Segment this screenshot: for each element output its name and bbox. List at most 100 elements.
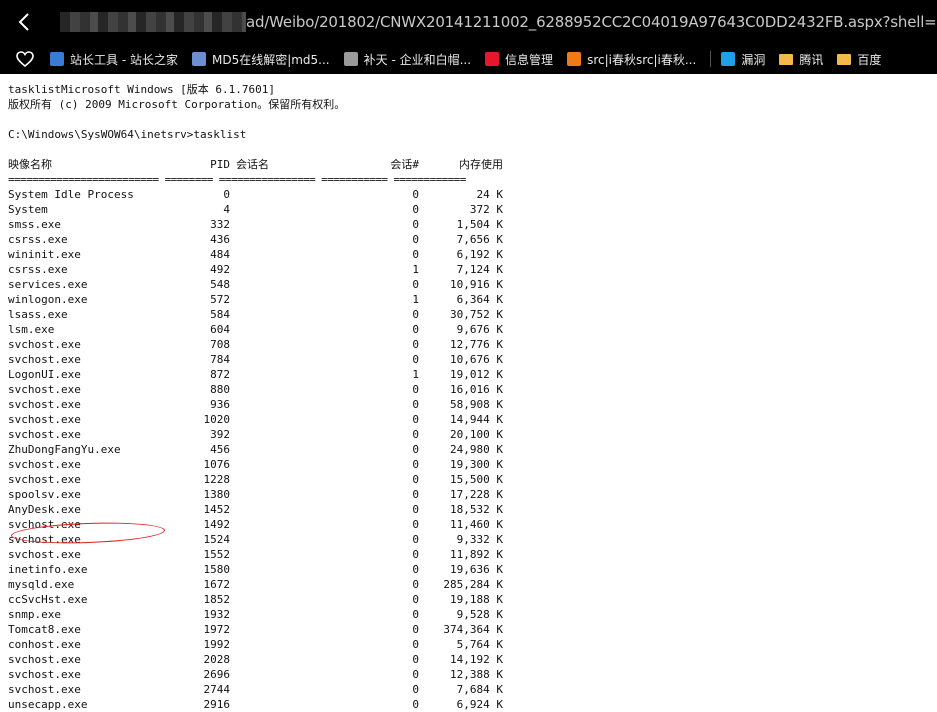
process-memory: 24 K bbox=[476, 188, 504, 201]
process-session-num: 0 bbox=[412, 428, 419, 441]
process-row: services.exe 548 0 10,916 K bbox=[8, 277, 928, 292]
back-button[interactable] bbox=[0, 0, 48, 44]
process-session-num: 0 bbox=[412, 308, 419, 321]
process-name: smss.exe bbox=[8, 218, 61, 231]
process-pid: 1492 bbox=[203, 518, 231, 531]
bookmark-item[interactable]: 站长工具 - 站长之家 bbox=[50, 51, 178, 68]
bookmarks-bar: 站长工具 - 站长之家 MD5在线解密|md5... 补天 - 企业和白帽... 信息… bbox=[0, 44, 937, 74]
process-row: svchost.exe 936 0 58,908 K bbox=[8, 397, 928, 412]
windows-icon bbox=[721, 52, 736, 66]
process-pid: 604 bbox=[210, 323, 230, 336]
process-memory: 14,944 K bbox=[450, 413, 503, 426]
process-name: Tomcat8.exe bbox=[8, 623, 81, 636]
process-row: svchost.exe 2028 0 14,192 K bbox=[8, 652, 928, 667]
process-pid: 880 bbox=[210, 383, 230, 396]
process-pid: 2028 bbox=[203, 653, 231, 666]
process-pid: 708 bbox=[210, 338, 230, 351]
process-session-num: 0 bbox=[412, 638, 419, 651]
bookmark-item[interactable]: src|i春秋src|i春秋... bbox=[567, 51, 696, 68]
process-memory: 14,192 K bbox=[450, 653, 503, 666]
process-session-num: 1 bbox=[412, 368, 419, 381]
process-row: LogonUI.exe 872 1 19,012 K bbox=[8, 367, 928, 382]
weibo-icon bbox=[485, 52, 500, 66]
process-memory: 7,124 K bbox=[456, 263, 503, 276]
bookmark-item[interactable]: 补天 - 企业和白帽... bbox=[343, 51, 471, 68]
process-memory: 18,532 K bbox=[450, 503, 503, 516]
process-row: ccSvcHst.exe 1852 0 19,188 K bbox=[8, 592, 928, 607]
process-name: svchost.exe bbox=[8, 548, 81, 561]
process-pid: 1524 bbox=[203, 533, 231, 546]
process-name: svchost.exe bbox=[8, 428, 81, 441]
process-memory: 5,764 K bbox=[456, 638, 503, 651]
url-text[interactable]: ad/Weibo/201802/CNWX20141211002_6288952C… bbox=[246, 13, 937, 31]
process-row: svchost.exe 784 0 10,676 K bbox=[8, 352, 928, 367]
bookmark-item[interactable]: 信息管理 bbox=[485, 51, 553, 68]
process-pid: 0 bbox=[223, 188, 230, 201]
process-memory: 19,188 K bbox=[450, 593, 503, 606]
col-header-memory: 内存使用 bbox=[459, 158, 503, 171]
process-name: inetinfo.exe bbox=[8, 563, 88, 576]
process-row: svchost.exe 1552 0 11,892 K bbox=[8, 547, 928, 562]
process-row: System Idle Process 0 0 24 K bbox=[8, 187, 928, 202]
process-row: svchost.exe 880 0 16,016 K bbox=[8, 382, 928, 397]
process-memory: 11,892 K bbox=[450, 548, 503, 561]
favorites-heart-icon[interactable] bbox=[0, 44, 50, 74]
process-pid: 784 bbox=[210, 353, 230, 366]
process-memory: 7,684 K bbox=[456, 683, 503, 696]
process-row: conhost.exe 1992 0 5,764 K bbox=[8, 637, 928, 652]
bookmark-item[interactable]: 百度 bbox=[837, 51, 881, 68]
process-memory: 374,364 K bbox=[443, 623, 503, 636]
process-session-num: 0 bbox=[412, 668, 419, 681]
process-name: unsecapp.exe bbox=[8, 698, 88, 711]
process-memory: 10,916 K bbox=[450, 278, 503, 291]
process-memory: 19,636 K bbox=[450, 563, 503, 576]
process-row: System 4 0 372 K bbox=[8, 202, 928, 217]
process-name: svchost.exe bbox=[8, 458, 81, 471]
process-session-num: 0 bbox=[412, 698, 419, 711]
process-name: AnyDesk.exe bbox=[8, 503, 81, 516]
bookmark-label: 信息管理 bbox=[505, 52, 554, 67]
url-redacted-region bbox=[60, 12, 246, 32]
process-name: csrss.exe bbox=[8, 263, 68, 276]
process-row: csrss.exe 492 1 7,124 K bbox=[8, 262, 928, 277]
process-memory: 58,908 K bbox=[450, 398, 503, 411]
process-memory: 12,776 K bbox=[450, 338, 503, 351]
process-name: svchost.exe bbox=[8, 353, 81, 366]
process-session-num: 0 bbox=[412, 218, 419, 231]
process-session-num: 0 bbox=[412, 608, 419, 621]
process-pid: 1228 bbox=[203, 473, 231, 486]
process-session-num: 0 bbox=[412, 413, 419, 426]
process-pid: 1992 bbox=[203, 638, 231, 651]
address-bar: ad/Weibo/201802/CNWX20141211002_6288952C… bbox=[0, 0, 937, 44]
process-session-num: 0 bbox=[412, 383, 419, 396]
process-session-num: 0 bbox=[412, 278, 419, 291]
site-tools-icon bbox=[50, 52, 64, 66]
process-pid: 1852 bbox=[203, 593, 231, 606]
process-name: svchost.exe bbox=[8, 473, 81, 486]
process-session-num: 0 bbox=[412, 338, 419, 351]
process-pid: 2696 bbox=[203, 668, 231, 681]
process-session-num: 0 bbox=[412, 473, 419, 486]
process-session-num: 0 bbox=[412, 203, 419, 216]
process-memory: 1,504 K bbox=[456, 218, 503, 231]
process-memory: 19,300 K bbox=[450, 458, 503, 471]
bookmark-item[interactable]: 腾讯 bbox=[779, 51, 823, 68]
process-memory: 30,752 K bbox=[450, 308, 503, 321]
table-header-row: 映像名称 PID 会话名 会话# 内存使用 bbox=[8, 157, 928, 172]
process-name: conhost.exe bbox=[8, 638, 81, 651]
process-row: AnyDesk.exe 1452 0 18,532 K bbox=[8, 502, 928, 517]
bookmark-item[interactable]: 漏洞 bbox=[721, 51, 765, 68]
process-name: svchost.exe bbox=[8, 683, 81, 696]
bookmark-item[interactable]: MD5在线解密|md5... bbox=[191, 51, 330, 68]
process-session-num: 0 bbox=[412, 188, 419, 201]
process-session-num: 0 bbox=[412, 683, 419, 696]
process-row: unsecapp.exe 2916 0 6,924 K bbox=[8, 697, 928, 712]
folder-icon bbox=[837, 53, 852, 65]
process-pid: 2744 bbox=[203, 683, 231, 696]
bookmark-label: MD5在线解密|md5... bbox=[211, 52, 330, 67]
bookmark-label: 百度 bbox=[857, 52, 882, 67]
chevron-left-icon bbox=[18, 13, 29, 31]
col-header-session: 会话名 bbox=[236, 158, 269, 171]
console-prompt-line: C:\Windows\SysWOW64\inetsrv>tasklist bbox=[8, 128, 247, 141]
